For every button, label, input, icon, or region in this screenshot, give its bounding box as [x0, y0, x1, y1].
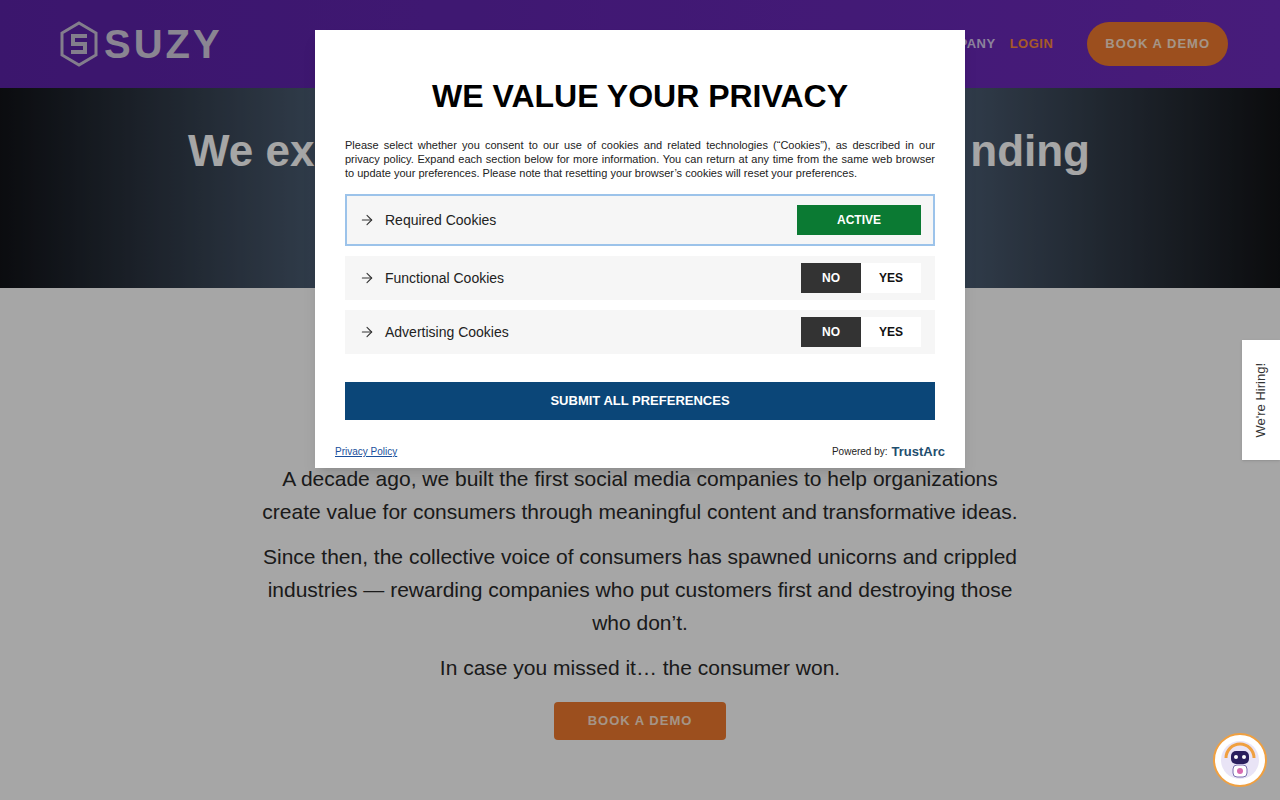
dialog-description: Please select whether you consent to our…	[345, 138, 935, 180]
dialog-title: WE VALUE YOUR PRIVACY	[345, 78, 935, 114]
category-label: Functional Cookies	[385, 268, 504, 289]
category-label: Advertising Cookies	[385, 322, 509, 343]
chatbot-launcher[interactable]	[1213, 733, 1267, 787]
active-badge: ACTIVE	[797, 205, 921, 235]
expand-arrow-icon	[359, 324, 375, 340]
consent-toggle: NOYES	[801, 317, 921, 347]
powered-by: Powered by:	[832, 444, 888, 459]
trustarc-logo[interactable]: TrustArc	[892, 442, 945, 462]
toggle-option[interactable]: YES	[861, 263, 921, 293]
robot-icon	[1220, 740, 1260, 780]
toggle-option[interactable]: NO	[801, 317, 861, 347]
expand-arrow-icon	[359, 212, 375, 228]
cookie-category[interactable]: Advertising Cookies NOYES	[345, 310, 935, 354]
consent-toggle: NOYES	[801, 263, 921, 293]
category-label: Required Cookies	[385, 210, 496, 231]
page: SUZYOMPANYLOGINBOOK A DEMOWe exndingA de…	[0, 0, 1280, 800]
submit-preferences-button[interactable]: SUBMIT ALL PREFERENCES	[345, 382, 935, 420]
dialog-footer: Privacy Policy Powered by: TrustArc	[315, 440, 965, 468]
cookie-categories: Required Cookies ACTIVE Functional Cookies…	[345, 194, 935, 354]
toggle-option[interactable]: NO	[801, 263, 861, 293]
cookie-category[interactable]: Required Cookies ACTIVE	[345, 194, 935, 246]
hiring-tab[interactable]: We're Hiring!	[1242, 340, 1280, 460]
privacy-policy-link[interactable]: Privacy Policy	[335, 444, 397, 459]
cookie-category[interactable]: Functional Cookies NOYES	[345, 256, 935, 300]
expand-arrow-icon	[359, 270, 375, 286]
privacy-dialog: WE VALUE YOUR PRIVACY Please select wheth…	[315, 30, 965, 468]
toggle-option[interactable]: YES	[861, 317, 921, 347]
